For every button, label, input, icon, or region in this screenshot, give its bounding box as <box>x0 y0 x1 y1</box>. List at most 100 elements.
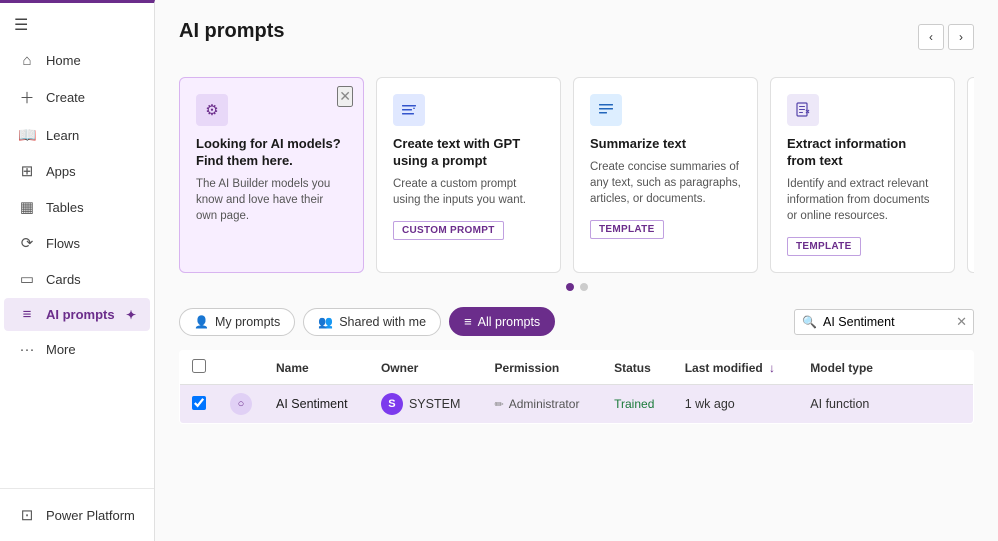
data-table: Name Owner Permission Status Last modifi… <box>179 350 974 424</box>
tab-all-prompts[interactable]: ≡ All prompts <box>449 307 555 336</box>
search-icon: 🔍 <box>802 315 817 329</box>
sidebar-item-label: Home <box>46 53 81 68</box>
card-icon-gear: ⚙ <box>196 94 228 126</box>
last-modified-value: 1 wk ago <box>685 397 735 411</box>
all-prompts-icon: ≡ <box>464 314 472 329</box>
table-row: ○ AI Sentiment S SYSTEM <box>180 385 974 424</box>
card-close-button[interactable]: ✕ <box>337 86 353 107</box>
sidebar-item-apps[interactable]: ⊞ Apps <box>4 154 150 188</box>
tab-my-prompts-label: My prompts <box>215 315 280 329</box>
my-prompts-icon: 👤 <box>194 315 209 329</box>
cards-icon: ▭ <box>18 270 36 288</box>
col-model-type: Model type <box>798 351 893 385</box>
sidebar-item-ai-prompts[interactable]: ≡ AI prompts ✦ <box>4 298 150 331</box>
sidebar-item-home[interactable]: ⌂ Home <box>4 44 150 77</box>
search-input[interactable] <box>794 309 974 335</box>
flows-icon: ⟳ <box>18 234 36 252</box>
card-icon-list <box>393 94 425 126</box>
hamburger-menu[interactable]: ☰ <box>0 7 154 43</box>
row-last-modified-cell: 1 wk ago <box>673 385 799 424</box>
card-looking-for-ai[interactable]: ✕ ⚙ Looking for AI models? Find them her… <box>179 77 364 273</box>
sort-arrow-icon: ↓ <box>769 361 775 375</box>
col-status: Status <box>602 351 673 385</box>
sidebar-item-cards[interactable]: ▭ Cards <box>4 262 150 296</box>
learn-icon: 📖 <box>18 126 36 144</box>
select-all-checkbox[interactable] <box>192 359 206 373</box>
sidebar-item-more[interactable]: ··· More <box>4 333 150 366</box>
carousel-nav: ‹ › <box>918 24 974 50</box>
card-desc: The AI Builder models you know and love … <box>196 176 347 224</box>
tab-my-prompts[interactable]: 👤 My prompts <box>179 308 295 336</box>
row-name[interactable]: AI Sentiment <box>276 397 348 411</box>
sidebar-item-learn[interactable]: 📖 Learn <box>4 118 150 152</box>
share-action-icon[interactable]: ↗ <box>906 396 917 412</box>
card-badge: TEMPLATE <box>590 220 664 239</box>
card-title: Create text with GPT using a prompt <box>393 136 544 170</box>
delete-action-icon[interactable]: 🗑 <box>922 396 939 412</box>
col-last-modified[interactable]: Last modified ↓ <box>673 351 799 385</box>
cards-container: ✕ ⚙ Looking for AI models? Find them her… <box>179 77 974 291</box>
row-icon-cell: ○ <box>218 385 264 424</box>
card-title: Looking for AI models? Find them here. <box>196 136 347 170</box>
row-type-icon: ○ <box>230 393 252 415</box>
row-model-type-cell: AI function <box>798 385 893 424</box>
page-title: AI prompts <box>179 20 285 43</box>
card-icon-extract <box>787 94 819 126</box>
sidebar-item-create[interactable]: ＋ Create <box>4 79 150 116</box>
permission-cell: ✏ Administrator <box>495 397 591 411</box>
card-badge: TEMPLATE <box>787 237 861 256</box>
sidebar-item-power-platform[interactable]: ⊡ Power Platform <box>4 498 150 532</box>
sidebar-item-label: Learn <box>46 128 79 143</box>
row-name-cell: AI Sentiment <box>264 385 369 424</box>
dot-2[interactable] <box>580 283 588 291</box>
next-arrow[interactable]: › <box>948 24 974 50</box>
sidebar: ☰ ⌂ Home ＋ Create 📖 Learn ⊞ Apps ▦ Table… <box>0 0 155 541</box>
toolbar: 👤 My prompts 👥 Shared with me ≡ All prom… <box>179 307 974 336</box>
col-actions <box>894 351 974 385</box>
sidebar-bottom: ⊡ Power Platform <box>0 488 154 541</box>
sidebar-bottom-label: Power Platform <box>46 508 135 523</box>
dot-1[interactable] <box>566 283 574 291</box>
row-checkbox-cell <box>180 385 219 424</box>
model-type-value: AI function <box>810 397 869 411</box>
more-action-icon[interactable]: ··· <box>945 397 958 412</box>
card-create-text-gpt[interactable]: Create text with GPT using a prompt Crea… <box>376 77 561 273</box>
tab-shared-with-me[interactable]: 👥 Shared with me <box>303 308 441 336</box>
ai-prompts-star-icon: ✦ <box>126 308 136 322</box>
apps-icon: ⊞ <box>18 162 36 180</box>
row-owner-cell: S SYSTEM <box>369 385 483 424</box>
tab-shared-label: Shared with me <box>339 315 426 329</box>
more-icon: ··· <box>18 341 36 358</box>
col-owner: Owner <box>369 351 483 385</box>
card-extract-information[interactable]: Extract information from text Identify a… <box>770 77 955 273</box>
home-icon: ⌂ <box>18 52 36 69</box>
cards-row: ✕ ⚙ Looking for AI models? Find them her… <box>179 77 974 273</box>
card-badge: CUSTOM PROMPT <box>393 221 504 240</box>
col-permission: Permission <box>483 351 603 385</box>
name-cell: AI Sentiment <box>276 397 357 411</box>
card-desc: Create a custom prompt using the inputs … <box>393 176 544 208</box>
search-clear-icon[interactable]: ✕ <box>956 314 967 330</box>
sidebar-item-label: Create <box>46 90 85 105</box>
row-status-cell: Trained <box>602 385 673 424</box>
status-badge: Trained <box>614 397 654 411</box>
card-summarize-text[interactable]: Summarize text Create concise summaries … <box>573 77 758 273</box>
card-classify-text[interactable]: Classify text Assign a set of predefined… <box>967 77 974 273</box>
table-header-row: Name Owner Permission Status Last modifi… <box>180 351 974 385</box>
card-title: Summarize text <box>590 136 741 153</box>
sidebar-item-tables[interactable]: ▦ Tables <box>4 190 150 224</box>
sidebar-item-label: More <box>46 342 76 357</box>
sidebar-item-label: Apps <box>46 164 76 179</box>
carousel-dots <box>179 283 974 291</box>
col-icon <box>218 351 264 385</box>
row-checkbox[interactable] <box>192 396 206 410</box>
card-title: Extract information from text <box>787 136 938 170</box>
col-name: Name <box>264 351 369 385</box>
owner-name: SYSTEM <box>409 397 460 411</box>
sidebar-item-label: Flows <box>46 236 80 251</box>
card-desc: Identify and extract relevant informatio… <box>787 176 938 224</box>
prev-arrow[interactable]: ‹ <box>918 24 944 50</box>
card-icon-summarize <box>590 94 622 126</box>
sidebar-item-flows[interactable]: ⟳ Flows <box>4 226 150 260</box>
card-desc: Create concise summaries of any text, su… <box>590 159 741 207</box>
